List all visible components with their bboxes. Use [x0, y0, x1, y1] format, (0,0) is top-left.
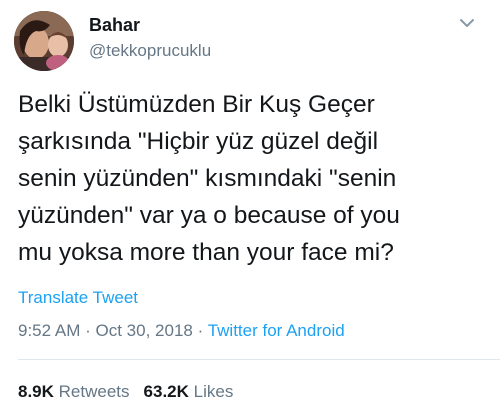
- tweet-date: Oct 30, 2018: [95, 321, 193, 340]
- avatar[interactable]: [14, 11, 74, 71]
- chevron-down-icon[interactable]: [458, 16, 476, 30]
- tweet-meta: 9:52 AM · Oct 30, 2018 · Twitter for And…: [18, 320, 345, 342]
- tweet-text: Belki Üstümüzden Bir Kuş Geçer şarkısınd…: [18, 91, 400, 266]
- tweet-source-link[interactable]: Twitter for Android: [208, 321, 345, 340]
- tweet-time: 9:52 AM: [18, 321, 81, 340]
- retweets-label: Retweets: [58, 382, 130, 401]
- user-name[interactable]: Bahar: [89, 14, 140, 36]
- engagement-stats: 8.9K Retweets 63.2K Likes: [18, 381, 233, 403]
- meta-separator: ·: [197, 321, 204, 340]
- divider: [18, 359, 500, 360]
- tweet-card: Bahar @tekkoprucuklu Belki Üstümüzden Bi…: [0, 0, 500, 419]
- likes-count: 63.2K: [143, 382, 189, 401]
- retweets-stat[interactable]: 8.9K Retweets: [18, 382, 130, 401]
- translate-tweet-link[interactable]: Translate Tweet: [18, 287, 138, 309]
- user-handle[interactable]: @tekkoprucuklu: [89, 40, 211, 62]
- likes-label: Likes: [193, 382, 234, 401]
- likes-stat[interactable]: 63.2K Likes: [144, 382, 234, 401]
- retweets-count: 8.9K: [18, 382, 54, 401]
- avatar-photo: [14, 11, 74, 71]
- meta-separator: ·: [85, 321, 91, 340]
